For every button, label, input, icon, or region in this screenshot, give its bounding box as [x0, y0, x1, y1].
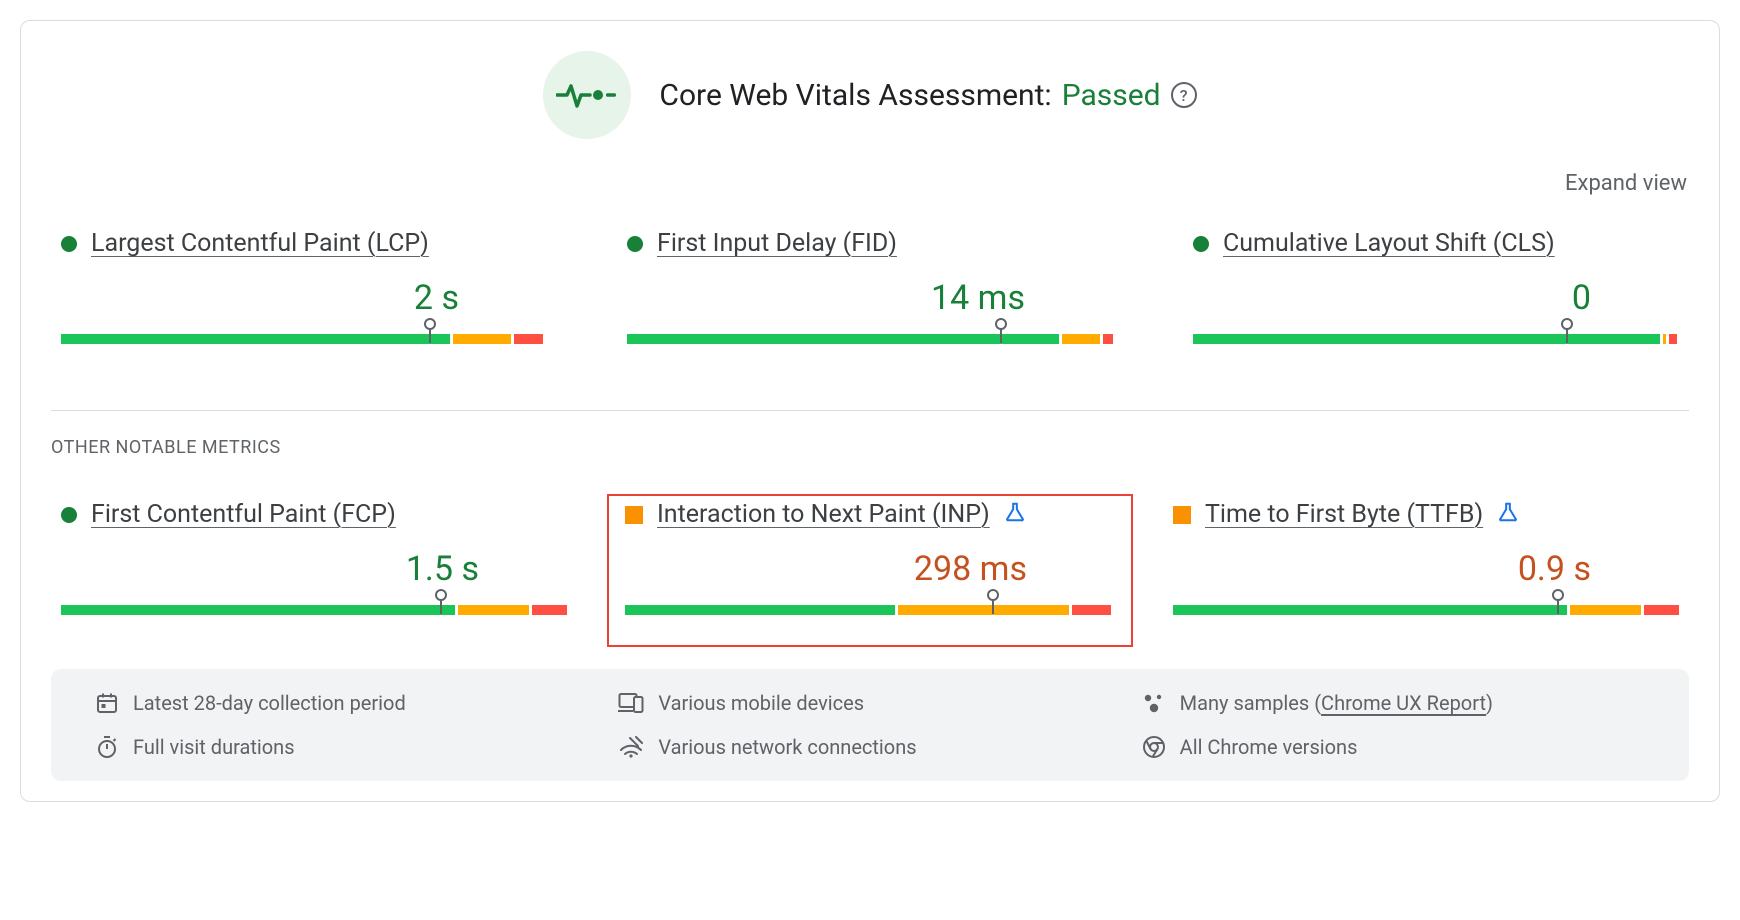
metric-fid: First Input Delay (FID) 14 ms [617, 223, 1123, 364]
calendar-icon [95, 691, 119, 715]
footer-collection-period-text: Latest 28-day collection period [133, 691, 406, 715]
metric-name-link-cls[interactable]: Cumulative Layout Shift (CLS) [1223, 229, 1555, 258]
metric-value-lcp: 2 s [61, 278, 547, 318]
metric-lcp: Largest Contentful Paint (LCP) 2 s [51, 223, 557, 364]
footer-network-text: Various network connections [658, 735, 916, 759]
assessment-title-prefix: Core Web Vitals Assessment: [659, 78, 1051, 113]
chrome-icon [1142, 735, 1166, 759]
status-good-dot [61, 507, 77, 523]
footer-samples: Many samples (Chrome UX Report) [1142, 691, 1645, 715]
status-good-dot [61, 236, 77, 252]
footer-chrome-versions-text: All Chrome versions [1180, 735, 1358, 759]
footer-mobile-devices-text: Various mobile devices [658, 691, 864, 715]
core-metrics-row: Largest Contentful Paint (LCP) 2 s First I… [51, 223, 1689, 364]
status-good-dot [1193, 236, 1209, 252]
percentile-marker [424, 318, 436, 343]
section-divider [51, 410, 1689, 411]
experimental-flask-icon[interactable] [1497, 501, 1519, 529]
percentile-marker [1552, 589, 1564, 614]
distribution-bar-inp [625, 591, 1115, 615]
cwv-assessment-card: Core Web Vitals Assessment: Passed ? Exp… [20, 20, 1720, 802]
footer-chrome-versions: All Chrome versions [1142, 735, 1645, 759]
distribution-bar-cls [1193, 320, 1679, 344]
metric-name-link-ttfb[interactable]: Time to First Byte (TTFB) [1205, 500, 1483, 529]
metric-value-inp: 298 ms [625, 549, 1115, 589]
metric-header-ttfb: Time to First Byte (TTFB) [1173, 500, 1679, 529]
metric-value-cls: 0 [1193, 278, 1679, 318]
percentile-marker [1561, 318, 1573, 343]
distribution-bar-fcp [61, 591, 567, 615]
footer-collection-period: Latest 28-day collection period [95, 691, 598, 715]
assessment-header: Core Web Vitals Assessment: Passed ? [51, 51, 1689, 139]
footer-samples-text: Many samples (Chrome UX Report) [1180, 691, 1493, 715]
metric-name-link-inp[interactable]: Interaction to Next Paint (INP) [657, 500, 990, 529]
footer-visit-durations-text: Full visit durations [133, 735, 295, 759]
help-icon[interactable]: ? [1171, 82, 1197, 108]
devices-icon [618, 692, 644, 714]
other-metrics-heading: OTHER NOTABLE METRICS [51, 437, 1689, 458]
percentile-marker [987, 589, 999, 614]
metric-header-fid: First Input Delay (FID) [627, 229, 1113, 258]
metric-header-inp: Interaction to Next Paint (INP) [625, 500, 1115, 529]
network-icon [618, 736, 644, 758]
metric-fcp: First Contentful Paint (FCP) 1.5 s [51, 494, 577, 647]
metric-ttfb: Time to First Byte (TTFB) 0.9 s [1163, 494, 1689, 647]
metric-header-cls: Cumulative Layout Shift (CLS) [1193, 229, 1679, 258]
metric-name-link-lcp[interactable]: Largest Contentful Paint (LCP) [91, 229, 429, 258]
footer-network: Various network connections [618, 735, 1121, 759]
pulse-icon [556, 80, 618, 110]
assessment-title: Core Web Vitals Assessment: Passed ? [659, 78, 1196, 113]
metric-inp: Interaction to Next Paint (INP) 298 ms [607, 494, 1133, 647]
experimental-flask-icon[interactable] [1004, 501, 1026, 529]
status-good-dot [627, 236, 643, 252]
stopwatch-icon [95, 735, 119, 759]
crux-report-link[interactable]: Chrome UX Report [1321, 691, 1486, 715]
metric-value-ttfb: 0.9 s [1173, 549, 1679, 589]
scatter-icon [1142, 692, 1166, 714]
other-metrics-row: First Contentful Paint (FCP) 1.5 s Interac… [51, 494, 1689, 647]
percentile-marker [435, 589, 447, 614]
metric-header-fcp: First Contentful Paint (FCP) [61, 500, 567, 529]
distribution-bar-ttfb [1173, 591, 1679, 615]
footer-mobile-devices: Various mobile devices [618, 691, 1121, 715]
status-avg-square [625, 506, 643, 524]
distribution-bar-lcp [61, 320, 547, 344]
expand-view-link[interactable]: Expand view [1565, 171, 1687, 196]
metric-value-fcp: 1.5 s [61, 549, 567, 589]
percentile-marker [995, 318, 1007, 343]
status-avg-square [1173, 506, 1191, 524]
footer-visit-durations: Full visit durations [95, 735, 598, 759]
metric-name-link-fid[interactable]: First Input Delay (FID) [657, 229, 897, 258]
metric-name-link-fcp[interactable]: First Contentful Paint (FCP) [91, 500, 396, 529]
metric-header-lcp: Largest Contentful Paint (LCP) [61, 229, 547, 258]
metric-cls: Cumulative Layout Shift (CLS) 0 [1183, 223, 1689, 364]
pulse-badge [543, 51, 631, 139]
metric-value-fid: 14 ms [627, 278, 1113, 318]
distribution-bar-fid [627, 320, 1113, 344]
assessment-status: Passed [1062, 78, 1161, 113]
footer-info-box: Latest 28-day collection period Various … [51, 669, 1689, 781]
